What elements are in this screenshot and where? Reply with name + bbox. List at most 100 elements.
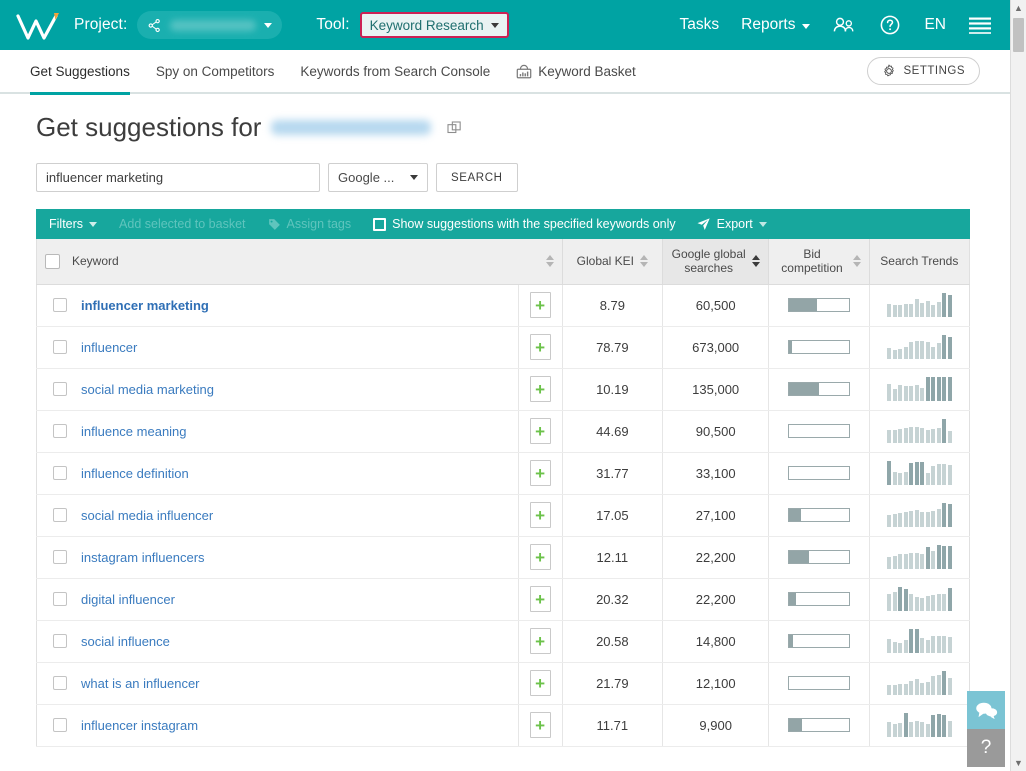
chat-button[interactable]: [967, 691, 1005, 729]
keyword-link[interactable]: influence meaning: [81, 424, 187, 439]
checkbox-box[interactable]: [373, 218, 386, 231]
column-header-bid-competition[interactable]: Bid competition: [769, 239, 869, 284]
table-row[interactable]: influence meaning+44.6990,500: [37, 410, 970, 452]
add-keyword-button[interactable]: +: [530, 460, 551, 486]
cell-add-to-basket: +: [518, 410, 562, 452]
table-row[interactable]: instagram influencers+12.1122,200: [37, 536, 970, 578]
tab-keyword-basket[interactable]: Keyword Basket: [516, 49, 636, 93]
table-row[interactable]: digital influencer+20.3222,200: [37, 578, 970, 620]
sparkline-bar: [937, 509, 941, 527]
row-checkbox[interactable]: [53, 634, 67, 648]
assign-tags-label: Assign tags: [287, 217, 352, 231]
row-checkbox[interactable]: [53, 718, 67, 732]
scroll-down-arrow-icon[interactable]: ▼: [1011, 755, 1026, 771]
page-scrollbar[interactable]: ▲ ▼: [1010, 0, 1026, 771]
add-selected-to-basket-button[interactable]: Add selected to basket: [119, 217, 245, 231]
select-all-checkbox[interactable]: [45, 254, 60, 269]
sparkline-bar: [904, 304, 908, 317]
column-header-global-kei[interactable]: Global KEI: [562, 239, 662, 284]
keyword-link[interactable]: influencer instagram: [81, 718, 198, 733]
row-checkbox[interactable]: [53, 466, 67, 480]
table-row[interactable]: social media marketing+10.19135,000: [37, 368, 970, 410]
project-selector[interactable]: [137, 11, 282, 39]
sort-toggle[interactable]: [853, 255, 861, 267]
tasks-link[interactable]: Tasks: [680, 16, 720, 34]
add-keyword-button[interactable]: +: [530, 586, 551, 612]
add-keyword-button[interactable]: +: [530, 418, 551, 444]
tab-get-suggestions[interactable]: Get Suggestions: [30, 49, 130, 93]
cell-keyword: what is an influencer: [37, 662, 519, 704]
row-checkbox[interactable]: [53, 298, 67, 312]
search-engine-select[interactable]: Google ...: [328, 163, 428, 192]
tab-spy-on-competitors[interactable]: Spy on Competitors: [156, 49, 275, 93]
reports-menu[interactable]: Reports: [741, 16, 810, 34]
row-checkbox[interactable]: [53, 382, 67, 396]
add-keyword-button[interactable]: +: [530, 334, 551, 360]
sort-toggle[interactable]: [752, 255, 760, 267]
add-keyword-button[interactable]: +: [530, 502, 551, 528]
table-row[interactable]: influencer+78.79673,000: [37, 326, 970, 368]
sort-toggle[interactable]: [640, 255, 648, 267]
sparkline-bar: [898, 385, 902, 401]
table-row[interactable]: social influence +20.5814,800: [37, 620, 970, 662]
keyword-link[interactable]: influencer marketing: [81, 298, 209, 313]
add-keyword-button[interactable]: +: [530, 712, 551, 738]
search-button[interactable]: SEARCH: [436, 163, 518, 192]
scrollbar-thumb[interactable]: [1013, 18, 1024, 52]
cell-google-global-searches: 14,800: [663, 620, 769, 662]
keyword-link[interactable]: influencer: [81, 340, 137, 355]
tab-keywords-from-search-console[interactable]: Keywords from Search Console: [300, 49, 490, 93]
keyword-link[interactable]: instagram influencers: [81, 550, 205, 565]
table-row[interactable]: influencer instagram+11.719,900: [37, 704, 970, 746]
row-checkbox[interactable]: [53, 592, 67, 606]
table-row[interactable]: influencer marketing+8.7960,500: [37, 284, 970, 326]
add-keyword-button[interactable]: +: [530, 628, 551, 654]
language-selector[interactable]: EN: [924, 16, 946, 34]
column-header-google-global-searches[interactable]: Google global searches: [663, 239, 769, 284]
keyword-link[interactable]: influence definition: [81, 466, 189, 481]
keyword-search-input[interactable]: [36, 163, 320, 192]
row-checkbox[interactable]: [53, 424, 67, 438]
keyword-link[interactable]: what is an influencer: [81, 676, 200, 691]
cell-global-kei: 20.58: [562, 620, 662, 662]
export-dropdown[interactable]: Export: [696, 217, 767, 232]
hamburger-menu-icon[interactable]: [968, 13, 992, 37]
sort-toggle[interactable]: [546, 255, 554, 267]
add-keyword-button[interactable]: +: [530, 670, 551, 696]
keyword-link[interactable]: social media influencer: [81, 508, 213, 523]
table-row[interactable]: what is an influencer+21.7912,100: [37, 662, 970, 704]
tool-selector[interactable]: Keyword Research: [360, 12, 509, 38]
assign-tags-button[interactable]: Assign tags: [268, 217, 352, 231]
row-checkbox[interactable]: [53, 340, 67, 354]
sparkline-bar: [887, 722, 891, 737]
add-keyword-button[interactable]: +: [530, 292, 551, 318]
keyword-link[interactable]: social media marketing: [81, 382, 214, 397]
filters-dropdown[interactable]: Filters: [49, 217, 97, 231]
row-checkbox[interactable]: [53, 676, 67, 690]
scroll-up-arrow-icon[interactable]: ▲: [1011, 0, 1026, 16]
column-header-keyword[interactable]: Keyword: [37, 239, 563, 284]
sparkline-bar: [898, 473, 902, 485]
copy-icon[interactable]: [447, 112, 462, 143]
row-checkbox[interactable]: [53, 550, 67, 564]
help-circle-icon[interactable]: [878, 13, 902, 37]
add-keyword-button[interactable]: +: [530, 376, 551, 402]
help-button[interactable]: ?: [967, 729, 1005, 767]
cell-bid-competition: [769, 326, 869, 368]
table-row[interactable]: social media influencer+17.0527,100: [37, 494, 970, 536]
table-row[interactable]: influence definition+31.7733,100: [37, 452, 970, 494]
sparkline-bar: [909, 427, 913, 443]
gear-icon: [882, 64, 896, 78]
add-keyword-button[interactable]: +: [530, 544, 551, 570]
row-checkbox[interactable]: [53, 508, 67, 522]
application-window: ▲ ▼ Project:: [0, 0, 1026, 771]
cell-search-trends: [869, 410, 969, 452]
show-specified-keywords-only-checkbox[interactable]: Show suggestions with the specified keyw…: [373, 217, 675, 231]
webceo-logo[interactable]: [14, 8, 66, 42]
sparkline-bar: [898, 429, 902, 443]
users-icon[interactable]: [832, 13, 856, 37]
keyword-link[interactable]: digital influencer: [81, 592, 175, 607]
keyword-link[interactable]: social influence: [81, 634, 170, 649]
plus-icon: +: [535, 339, 545, 356]
settings-button[interactable]: SETTINGS: [867, 57, 980, 85]
